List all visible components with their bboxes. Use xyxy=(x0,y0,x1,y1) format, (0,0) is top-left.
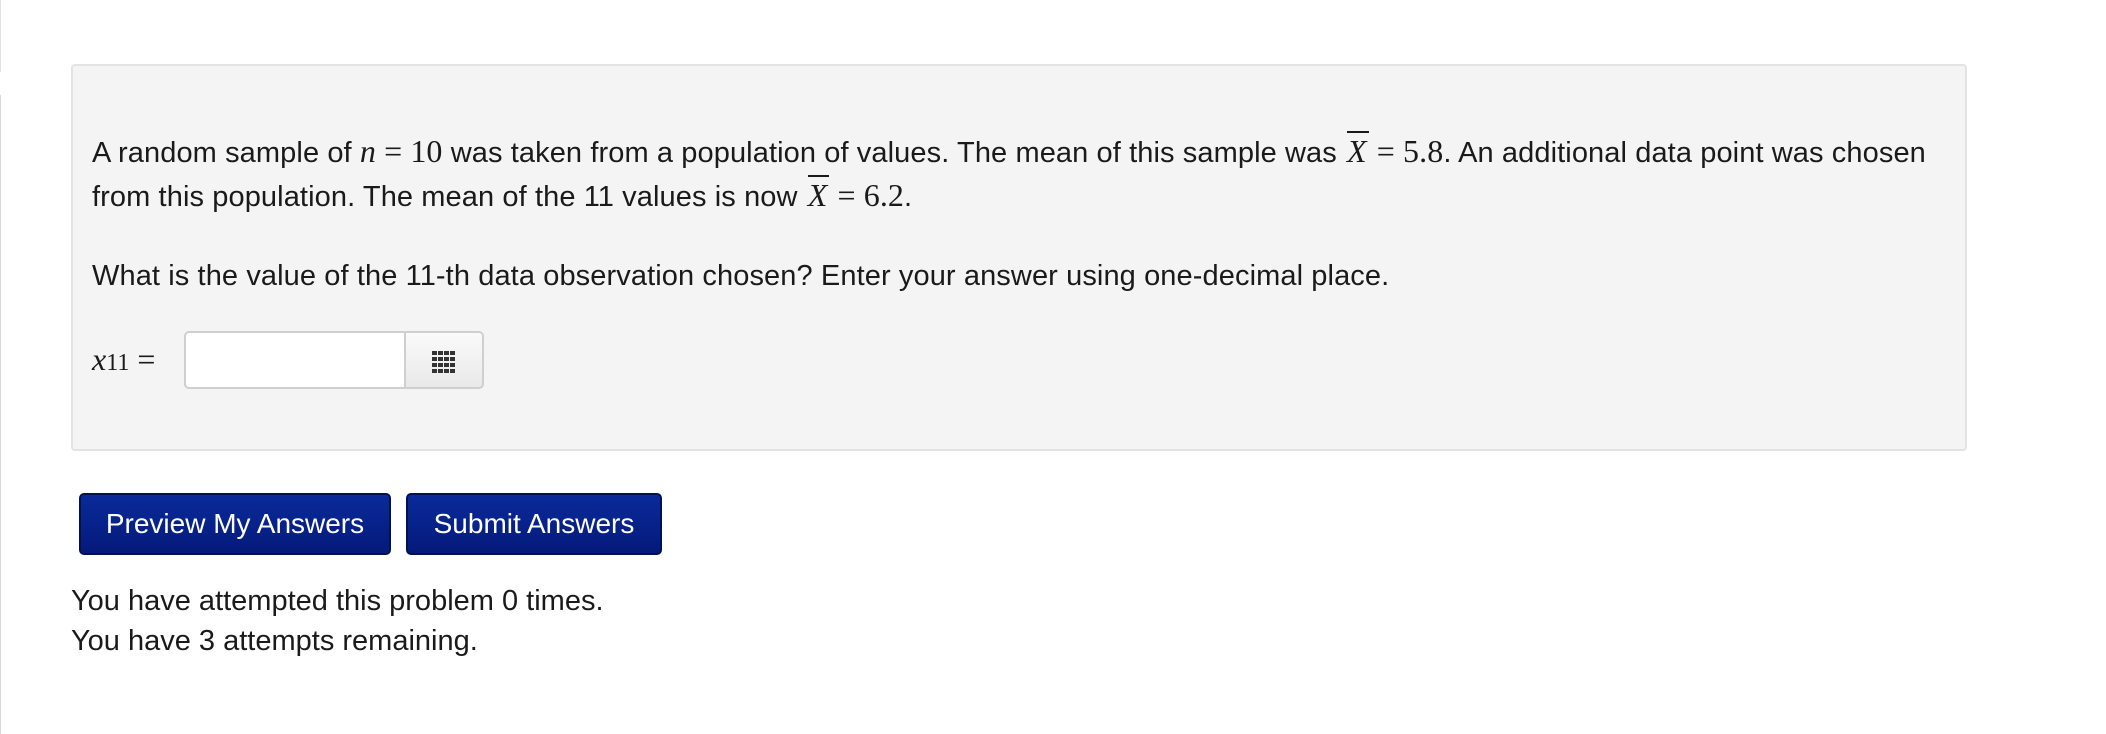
question-text: What is the value of the 11-th data obse… xyxy=(92,260,1390,292)
math-xbar-sample: X xyxy=(1345,129,1369,173)
math-n-value: = 10 xyxy=(375,133,443,169)
problem-panel: A random sample of n = 10 was taken from… xyxy=(71,64,1967,451)
page-left-edge xyxy=(0,95,1,734)
answer-label: x11 = xyxy=(92,341,156,377)
math-n: n xyxy=(359,133,376,169)
math-sample-mean: = 5.8 xyxy=(1368,133,1444,169)
math-xbar-new: X xyxy=(806,173,830,217)
math-new-mean: = 6.2 xyxy=(829,177,905,213)
answer-input[interactable] xyxy=(184,331,404,389)
grid-keypad-icon xyxy=(432,351,456,373)
problem-text-line-2: from this population. The mean of the 11… xyxy=(92,173,912,219)
problem-text-line-1: A random sample of n = 10 was taken from… xyxy=(92,129,1926,175)
preview-answers-button[interactable]: Preview My Answers xyxy=(79,493,391,555)
attempts-remaining-text: You have 3 attempts remaining. xyxy=(71,625,478,657)
attempts-made-text: You have attempted this problem 0 times. xyxy=(71,585,604,617)
submit-answers-button[interactable]: Submit Answers xyxy=(406,493,662,555)
page-left-edge-top xyxy=(0,0,1,72)
equation-editor-button[interactable] xyxy=(404,331,484,389)
